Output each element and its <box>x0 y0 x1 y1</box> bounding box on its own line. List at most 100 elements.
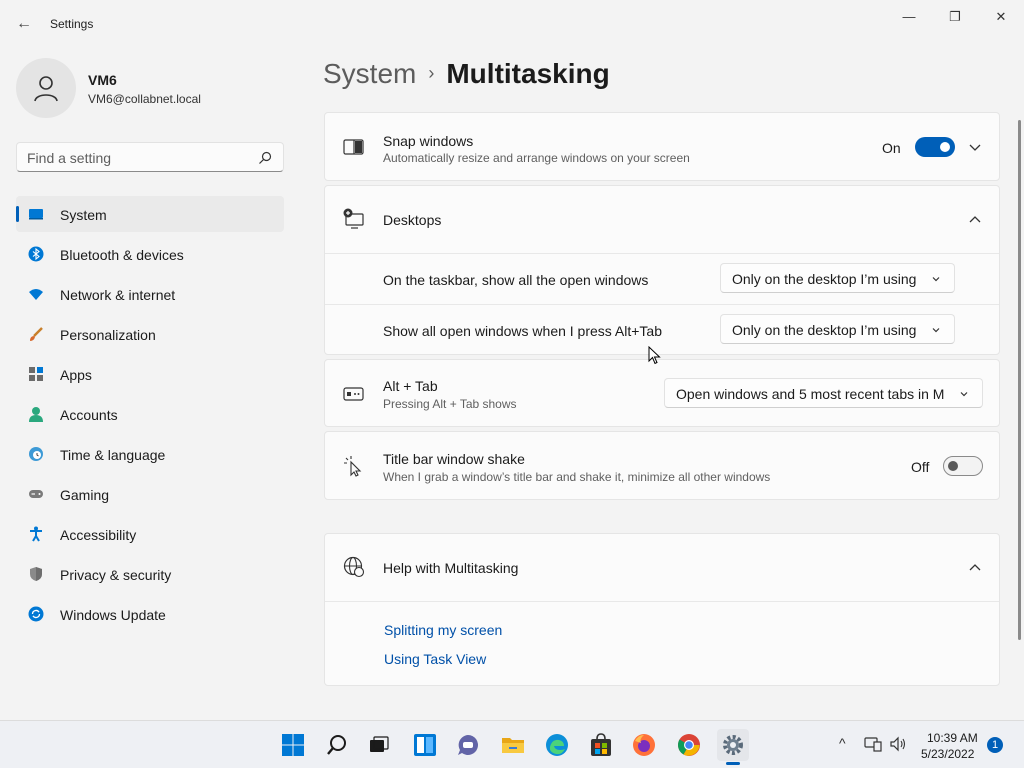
help-title: Help with Multitasking <box>383 560 519 576</box>
wifi-icon <box>29 289 43 300</box>
divider <box>325 253 999 254</box>
clock-time[interactable]: 10:39 AM <box>927 731 978 745</box>
alttab-windows-label: Show all open windows when I press Alt+T… <box>383 323 662 339</box>
sidebar-item-accessibility[interactable]: Accessibility <box>16 516 284 552</box>
avatar[interactable] <box>16 58 76 118</box>
user-email: VM6@collabnet.local <box>88 92 201 106</box>
window-shake-toggle[interactable] <box>943 456 983 476</box>
help-link-task-view[interactable]: Using Task View <box>384 651 486 667</box>
desktops-card: Desktops On the taskbar, show all the op… <box>324 185 1000 355</box>
user-name: VM6 <box>88 72 117 88</box>
sidebar-item-label: Accessibility <box>60 527 137 543</box>
widgets-icon <box>414 734 436 756</box>
sidebar-item-apps[interactable]: Apps <box>16 356 284 392</box>
scrollbar[interactable] <box>1018 120 1021 640</box>
sidebar-nav: System Bluetooth & devices Network & int… <box>16 196 284 636</box>
chevron-up-icon[interactable] <box>968 213 982 227</box>
widgets-button[interactable] <box>409 729 441 761</box>
store-button[interactable] <box>585 729 617 761</box>
sidebar-item-network[interactable]: Network & internet <box>16 276 284 312</box>
dropdown-value: Open windows and 5 most recent tabs in M <box>676 386 945 402</box>
divider <box>325 601 999 602</box>
accessibility-icon <box>30 526 42 542</box>
alt-tab-icon <box>343 387 364 401</box>
search-box[interactable] <box>16 142 284 172</box>
chevron-down-icon[interactable] <box>968 140 982 154</box>
chrome-button[interactable] <box>673 729 705 761</box>
firefox-icon <box>633 734 655 756</box>
file-explorer-button[interactable] <box>497 729 529 761</box>
task-view-icon <box>370 736 389 752</box>
clock-date[interactable]: 5/23/2022 <box>921 747 974 761</box>
store-icon <box>591 733 611 756</box>
sidebar-item-time-language[interactable]: Time & language <box>16 436 284 472</box>
taskbar-windows-dropdown[interactable]: Only on the desktop I’m using <box>720 263 955 293</box>
minimize-icon[interactable]: — <box>886 6 932 28</box>
chrome-icon <box>678 734 700 756</box>
chevron-down-icon <box>932 328 940 333</box>
snap-windows-card[interactable]: Snap windows Automatically resize and ar… <box>324 112 1000 181</box>
window-shake-title: Title bar window shake <box>383 451 525 467</box>
chevron-up-icon[interactable] <box>968 561 982 575</box>
help-globe-icon <box>343 556 365 578</box>
settings-taskbar-button[interactable] <box>717 729 749 761</box>
chat-button[interactable] <box>452 729 484 761</box>
network-wired-icon[interactable] <box>864 736 882 752</box>
breadcrumb: System › Multitasking <box>323 58 610 90</box>
sidebar-item-label: Privacy & security <box>60 567 172 583</box>
edge-button[interactable] <box>541 729 573 761</box>
breadcrumb-separator-icon: › <box>428 63 435 83</box>
volume-icon[interactable] <box>889 736 907 752</box>
sidebar-item-privacy[interactable]: Privacy & security <box>16 556 284 592</box>
alt-tab-subtitle: Pressing Alt + Tab shows <box>383 397 517 411</box>
snap-toggle-state: On <box>882 140 901 156</box>
system-display-icon <box>29 209 43 220</box>
globe-clock-icon <box>29 447 43 461</box>
sidebar-item-accounts[interactable]: Accounts <box>16 396 284 432</box>
window-shake-card: Title bar window shake When I grab a win… <box>324 431 1000 500</box>
bluetooth-icon <box>28 246 44 262</box>
desktops-title: Desktops <box>383 212 442 228</box>
alttab-windows-dropdown[interactable]: Only on the desktop I’m using <box>720 314 955 344</box>
sidebar-item-label: Gaming <box>60 487 110 503</box>
taskbar-search-button[interactable] <box>321 729 353 761</box>
firefox-button[interactable] <box>628 729 660 761</box>
update-icon <box>28 606 44 622</box>
taskbar: ^ 10:39 AM 5/23/2022 1 <box>0 720 1024 768</box>
divider <box>325 304 999 305</box>
back-arrow-icon[interactable]: ← <box>12 12 36 36</box>
close-icon[interactable]: ✕ <box>978 6 1024 28</box>
search-input[interactable] <box>27 150 247 166</box>
notification-badge[interactable]: 1 <box>987 737 1003 753</box>
sidebar-item-label: Windows Update <box>60 607 166 623</box>
tray-overflow-chevron-icon[interactable]: ^ <box>839 735 846 751</box>
taskbar-windows-label: On the taskbar, show all the open window… <box>383 272 649 288</box>
snap-windows-toggle[interactable] <box>915 137 955 157</box>
person-icon <box>34 76 58 102</box>
sidebar-item-label: Time & language <box>60 447 166 463</box>
alt-tab-dropdown[interactable]: Open windows and 5 most recent tabs in M <box>664 378 983 408</box>
sidebar-item-system[interactable]: System <box>16 196 284 232</box>
sidebar-item-gaming[interactable]: Gaming <box>16 476 284 512</box>
gamepad-icon <box>29 490 43 498</box>
chat-icon <box>458 735 478 755</box>
mouse-cursor-icon <box>648 346 661 365</box>
shake-toggle-state: Off <box>911 459 930 475</box>
help-link-splitting[interactable]: Splitting my screen <box>384 622 502 638</box>
sidebar-item-bluetooth[interactable]: Bluetooth & devices <box>16 236 284 272</box>
sidebar-item-windows-update[interactable]: Windows Update <box>16 596 284 632</box>
sidebar-item-personalization[interactable]: Personalization <box>16 316 284 352</box>
breadcrumb-parent[interactable]: System <box>323 58 416 89</box>
start-button[interactable] <box>277 729 309 761</box>
snap-windows-subtitle: Automatically resize and arrange windows… <box>383 151 690 165</box>
start-icon <box>282 734 304 756</box>
app-title: Settings <box>50 17 94 31</box>
sidebar-item-label: Personalization <box>60 327 156 343</box>
maximize-icon[interactable]: ❐ <box>932 6 978 28</box>
search-icon[interactable] <box>257 150 273 166</box>
settings-icon <box>723 735 743 755</box>
dropdown-value: Only on the desktop I’m using <box>732 271 917 287</box>
snap-layout-icon <box>343 139 364 155</box>
task-view-button[interactable] <box>363 729 395 761</box>
chevron-down-icon <box>932 277 940 282</box>
